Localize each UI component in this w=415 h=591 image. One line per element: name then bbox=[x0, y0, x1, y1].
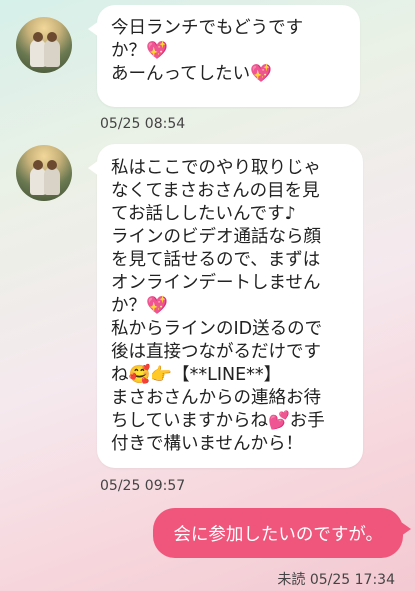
received-message-bubble[interactable]: 今日ランチでもどうです か？💖 あーんってしたい💖 bbox=[88, 5, 360, 107]
read-status: 未読 bbox=[277, 572, 306, 588]
message-line: 後は直接つながるだけです bbox=[111, 342, 321, 362]
message-line: あーんってしたい💖 bbox=[111, 64, 272, 84]
message-timestamp: 05/25 09:57 bbox=[100, 478, 186, 494]
message-line: まさおさんからの連絡お待 bbox=[111, 388, 321, 408]
message-line: 今日ランチでもどうです bbox=[111, 18, 304, 38]
received-message-bubble[interactable]: 私はここでのやり取りじゃ なくてまさおさんの目を見 てお話ししたいんです♪ ライ… bbox=[88, 144, 363, 468]
message-line: 私はここでのやり取りじゃ bbox=[111, 158, 321, 178]
message-line: を見て話せるので、まずは bbox=[111, 250, 321, 270]
message-timestamp: 05/25 17:34 bbox=[309, 572, 395, 588]
message-line: ね🥰👉【**LINE**】 bbox=[111, 365, 282, 385]
sent-message-text: 会に参加したいのですが。 bbox=[173, 524, 383, 545]
message-line: ちしていますからね💕お手 bbox=[111, 411, 325, 431]
sent-message-bubble[interactable]: 会に参加したいのですが。 bbox=[153, 508, 411, 558]
sender-avatar[interactable] bbox=[16, 17, 72, 73]
message-line: なくてまさおさんの目を見 bbox=[111, 181, 320, 201]
message-timestamp: 05/25 08:54 bbox=[100, 116, 186, 132]
sender-avatar[interactable] bbox=[16, 145, 72, 201]
message-line: 私からラインのID送るので bbox=[111, 319, 323, 339]
message-line: てお話ししたいんです♪ bbox=[111, 204, 296, 224]
message-line: 付きで構いませんから！ bbox=[111, 434, 303, 454]
message-line: ラインのビデオ通話なら顔 bbox=[111, 227, 321, 247]
message-line: オンラインデートしません bbox=[111, 273, 321, 293]
message-line: か？💖 bbox=[111, 41, 168, 61]
message-line: か？💖 bbox=[111, 296, 168, 316]
sent-message-meta: 未読 05/25 17:34 bbox=[277, 569, 395, 589]
